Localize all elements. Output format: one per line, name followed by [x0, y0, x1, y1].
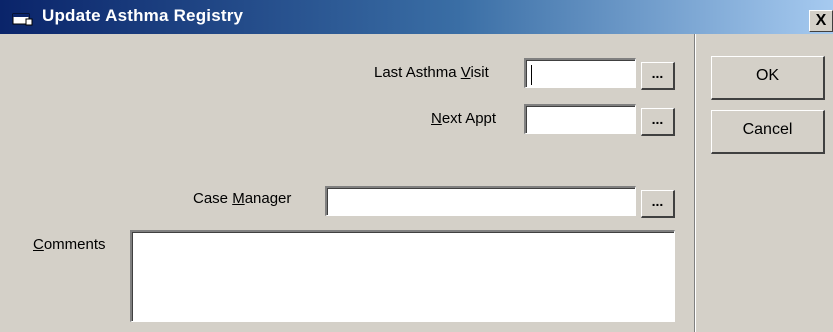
- cancel-button[interactable]: Cancel: [711, 110, 825, 154]
- comments-label: Comments: [33, 236, 106, 253]
- next-appt-field[interactable]: [524, 104, 636, 134]
- case-manager-label: Case Manager: [193, 190, 292, 207]
- close-icon: X: [815, 12, 827, 29]
- window-title: Update Asthma Registry: [42, 6, 244, 25]
- title-bar[interactable]: Update Asthma Registry X: [0, 0, 833, 34]
- next-appt-browse-button[interactable]: ...: [641, 108, 675, 136]
- vertical-divider: [694, 34, 696, 332]
- ok-button[interactable]: OK: [711, 56, 825, 100]
- last-asthma-visit-browse-button[interactable]: ...: [641, 62, 675, 90]
- last-asthma-visit-label: Last Asthma Visit: [374, 64, 489, 81]
- update-asthma-registry-dialog: Update Asthma Registry X Last Asthma Vis…: [0, 0, 833, 332]
- last-asthma-visit-field[interactable]: [524, 58, 636, 88]
- app-window-icon: [12, 13, 33, 26]
- case-manager-field[interactable]: [325, 186, 636, 216]
- comments-textarea[interactable]: [130, 230, 675, 322]
- next-appt-label: Next Appt: [431, 110, 497, 127]
- close-button[interactable]: X: [809, 10, 833, 32]
- text-caret: [531, 65, 532, 85]
- case-manager-browse-button[interactable]: ...: [641, 190, 675, 218]
